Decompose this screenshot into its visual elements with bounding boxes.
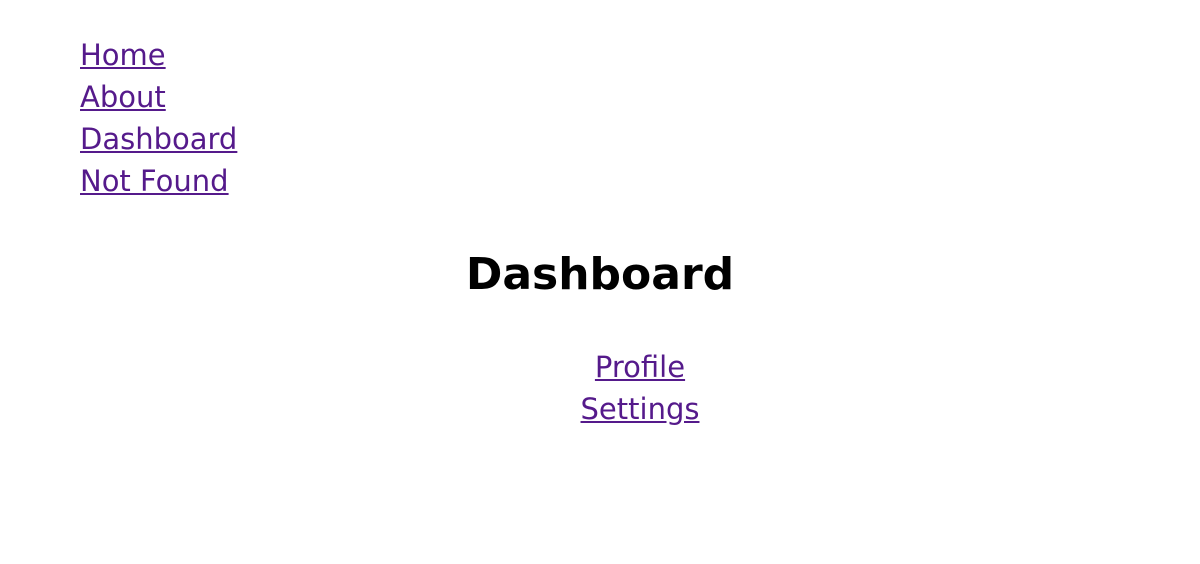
subnav-link-settings[interactable]: Settings [581,388,700,430]
nav-link-home[interactable]: Home [80,34,237,76]
page-title: Dashboard [465,249,735,300]
nav-link-dashboard[interactable]: Dashboard [80,118,237,160]
page: Home About Dashboard Not Found Dashboard… [0,0,1200,564]
dashboard-subnav: Profile Settings [540,346,740,430]
subnav-link-profile[interactable]: Profile [595,346,685,388]
nav-link-not-found[interactable]: Not Found [80,160,237,202]
nav-link-about[interactable]: About [80,76,237,118]
main-nav: Home About Dashboard Not Found [80,34,237,202]
